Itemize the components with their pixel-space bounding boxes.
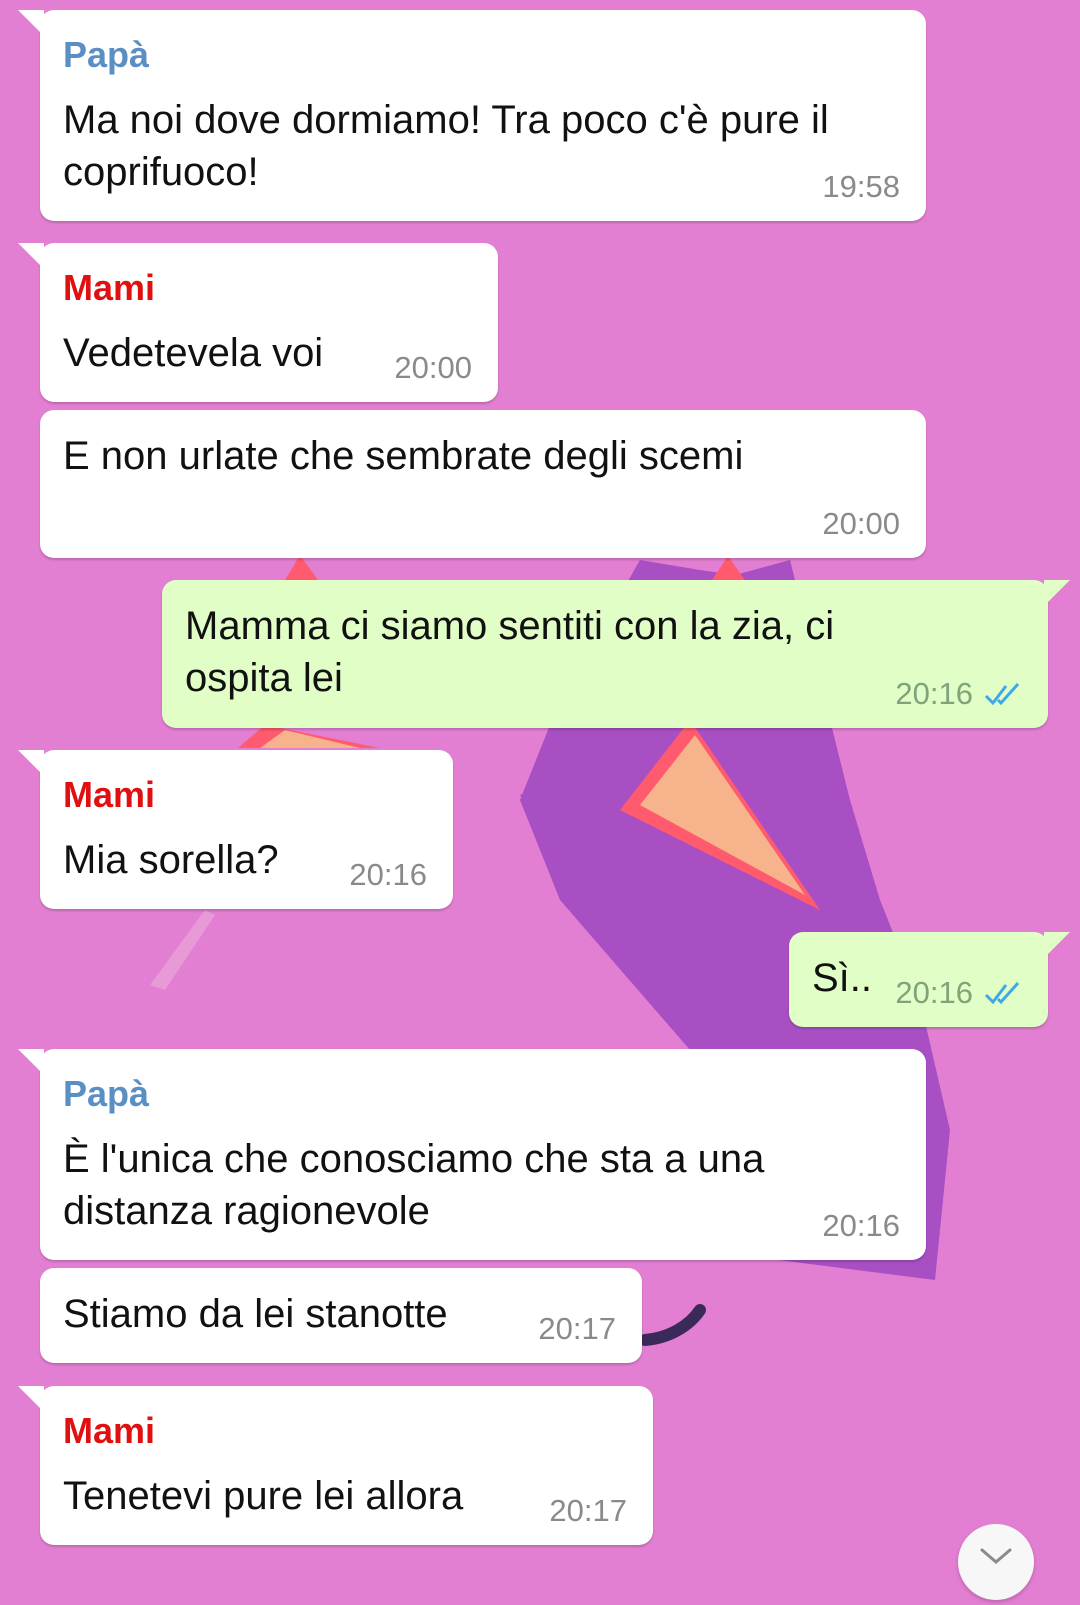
message-bubble-outgoing[interactable]: Mamma ci siamo sentiti con la zia, ci os…	[162, 580, 1070, 728]
message-text: È l'unica che conosciamo che sta a una d…	[63, 1137, 765, 1233]
message-time: 20:16	[895, 975, 973, 1010]
message-bubble-incoming[interactable]: Stiamo da lei stanotte 20:17	[40, 1268, 642, 1363]
message-text: Vedetevela voi	[63, 331, 324, 375]
wallpaper-ear	[712, 556, 745, 580]
wallpaper-tail	[639, 1304, 706, 1346]
double-check-icon	[984, 682, 1020, 706]
message-text: Mamma ci siamo sentiti con la zia, ci os…	[185, 604, 835, 700]
bubble-tail	[18, 1049, 44, 1075]
message-bubble-incoming[interactable]: Papà Ma noi dove dormiamo! Tra poco c'è …	[18, 10, 926, 221]
message-time: 19:58	[822, 169, 900, 204]
message-sender: Mami	[63, 774, 156, 815]
message-bubble-incoming[interactable]: Mami Tenetevi pure lei allora 20:17	[18, 1386, 653, 1545]
message-sender: Papà	[63, 1073, 150, 1114]
message-time: 20:00	[822, 506, 900, 541]
message-text: Mia sorella?	[63, 838, 279, 882]
message-bubble-outgoing[interactable]: Sì.. 20:16	[789, 932, 1070, 1027]
message-text: Ma noi dove dormiamo! Tra poco c'è pure …	[63, 98, 829, 194]
scroll-to-bottom-button[interactable]	[958, 1524, 1034, 1600]
wallpaper-ear	[285, 555, 318, 580]
chevron-down-icon	[980, 1548, 1012, 1564]
message-time: 20:00	[394, 350, 472, 385]
bubble-tail	[18, 10, 44, 36]
message-time: 20:16	[349, 857, 427, 892]
bubble-tail	[18, 1386, 44, 1412]
message-time: 20:17	[549, 1493, 627, 1528]
message-text: Tenetevi pure lei allora	[63, 1474, 464, 1518]
message-bubble-incoming[interactable]: Papà È l'unica che conosciamo che sta a …	[18, 1049, 926, 1260]
message-sender: Mami	[63, 1410, 156, 1451]
bubble-tail	[1044, 932, 1070, 958]
message-time: 20:16	[895, 676, 973, 711]
message-time: 20:16	[822, 1208, 900, 1243]
message-text: E non urlate che sembrate degli scemi	[63, 434, 744, 478]
double-check-icon	[984, 981, 1020, 1005]
wallpaper-shape	[150, 910, 215, 990]
message-bubble-incoming[interactable]: Mami Vedetevela voi 20:00	[18, 243, 498, 402]
message-time: 20:17	[538, 1311, 616, 1346]
message-bubble-incoming[interactable]: E non urlate che sembrate degli scemi 20…	[40, 410, 926, 558]
message-sender: Mami	[63, 267, 156, 308]
message-text: Stiamo da lei stanotte	[63, 1292, 448, 1336]
message-sender: Papà	[63, 34, 150, 75]
message-text: Sì..	[812, 956, 873, 1000]
bubble-tail	[18, 243, 44, 269]
bubble-tail	[18, 750, 44, 776]
message-bubble-incoming[interactable]: Mami Mia sorella? 20:16	[18, 750, 453, 909]
bubble-tail	[1044, 580, 1070, 606]
